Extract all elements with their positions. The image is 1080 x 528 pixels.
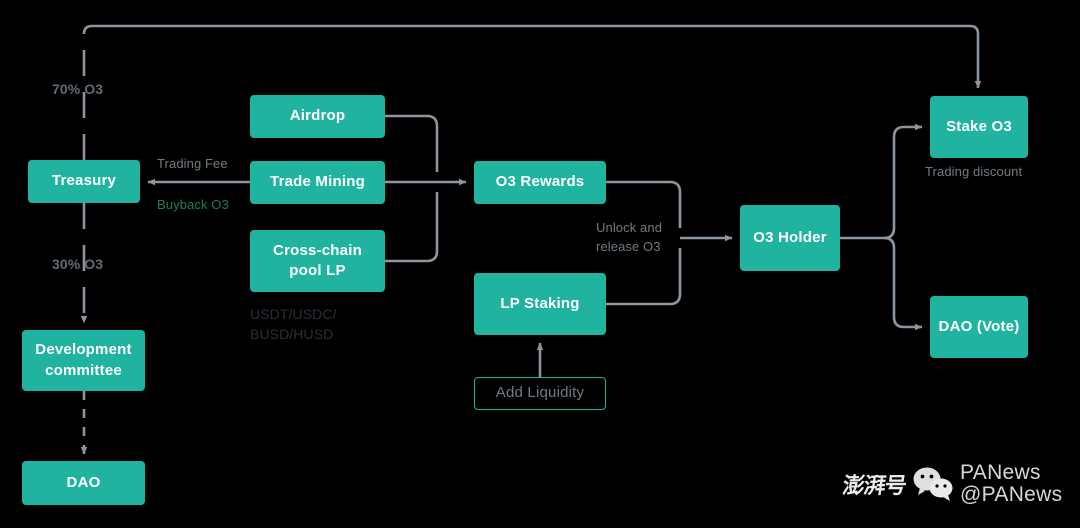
node-lp-staking[interactable]: LP Staking (474, 273, 606, 335)
node-development-committee[interactable]: Development committee (22, 330, 145, 391)
node-add-liquidity[interactable]: Add Liquidity (474, 377, 606, 410)
node-o3-rewards[interactable]: O3 Rewards (474, 161, 606, 204)
diagram-canvas: Treasury Airdrop Trade Mining Cross-chai… (0, 0, 1080, 528)
edge-treasury-to-stake (82, 24, 982, 160)
edge-o3holder-to-daovote (883, 236, 923, 331)
watermark-cn-badge: 澎湃号 (840, 474, 908, 500)
node-dao-vote[interactable]: DAO (Vote) (930, 296, 1028, 358)
watermark: 澎湃号 PANews @PANews (840, 461, 1063, 507)
node-treasury[interactable]: Treasury (28, 160, 140, 203)
node-stake-o3[interactable]: Stake O3 (930, 96, 1028, 158)
label-70-percent-o3: 70% O3 (52, 81, 104, 97)
edge-crosschain-merge (385, 192, 439, 263)
label-buyback-o3: Buyback O3 (157, 197, 229, 212)
label-trading-fee: Trading Fee (157, 156, 228, 171)
connector-layer (80, 24, 982, 455)
node-trade-mining[interactable]: Trade Mining (250, 161, 385, 204)
watermark-line1: PANews (960, 461, 1041, 484)
node-airdrop[interactable]: Airdrop (250, 95, 385, 138)
edge-o3holder-to-stake (883, 123, 923, 240)
label-trading-discount: Trading discount (925, 164, 1023, 179)
label-30-percent-o3: 30% O3 (52, 256, 104, 272)
node-dao[interactable]: DAO (22, 461, 145, 505)
node-cross-chain-pool-lp[interactable]: Cross-chain pool LP (250, 230, 385, 292)
wechat-icon (913, 467, 953, 502)
label-stablecoins: USDT/USDC/ BUSD/HUSD (250, 306, 337, 343)
node-o3-holder[interactable]: O3 Holder (740, 205, 840, 271)
watermark-line2: @PANews (960, 483, 1063, 507)
label-unlock-release-o3: Unlock and release O3 (596, 220, 663, 254)
edge-airdrop-merge (385, 114, 439, 172)
